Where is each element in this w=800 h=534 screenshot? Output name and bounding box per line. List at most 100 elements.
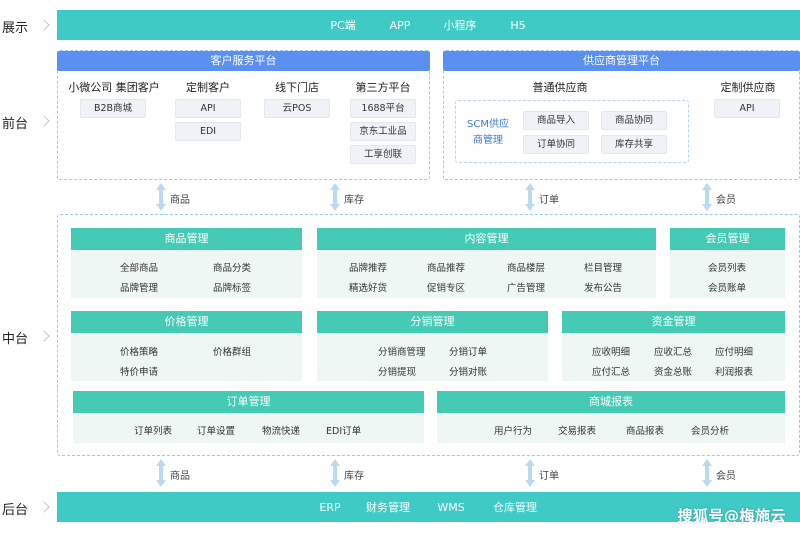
column-label-custom-client: 定制客户 [186, 81, 230, 94]
custom-supplier-label: 定制供应商 [720, 81, 776, 94]
item-special-price: 特价申请 [120, 367, 159, 378]
chip-gongxiang: 工享创联 [350, 145, 416, 164]
row-label-front: 前台 [2, 117, 29, 132]
display-item-h5: H5 [510, 18, 526, 32]
item-profit-report: 利润报表 [715, 367, 754, 378]
item-receivable-detail: 应收明细 [592, 347, 631, 358]
customer-platform-title: 客户服务平台 [57, 51, 430, 71]
item-brand-management: 品牌管理 [120, 283, 159, 294]
module-report-body [437, 413, 785, 443]
item-order-settings: 订单设置 [197, 426, 236, 437]
display-item-app: APP [389, 18, 411, 32]
module-product-title: 商品管理 [71, 228, 302, 250]
general-supplier-label: 普通供应商 [532, 81, 588, 94]
item-ad-management: 广告管理 [507, 283, 546, 294]
module-finance-title: 资金管理 [562, 311, 785, 333]
chip-product-collab: 商品协同 [601, 111, 667, 130]
item-price-strategy: 价格策略 [120, 347, 159, 358]
back-item-erp: ERP [319, 500, 341, 514]
display-item-miniprogram: 小程序 [443, 19, 477, 32]
chevron-right-icon [38, 115, 50, 127]
connector-label-inventory: 库存 [344, 195, 364, 206]
connector-label-member: 会员 [716, 195, 736, 206]
chip-supplier-api: API [714, 99, 780, 118]
item-payable-summary: 应付汇总 [592, 367, 631, 378]
double-arrow-icon [330, 183, 340, 211]
connector-label-order: 订单 [539, 195, 559, 206]
item-member-analysis: 会员分析 [691, 426, 730, 437]
row-label-display: 展示 [2, 21, 29, 36]
display-bar: PC端 APP 小程序 H5 [57, 10, 800, 40]
item-user-behavior: 用户行为 [494, 426, 533, 437]
item-price-group: 价格群组 [213, 347, 252, 358]
module-product-body [71, 250, 302, 298]
item-promo-zone: 促销专区 [427, 283, 466, 294]
module-order-title: 订单管理 [73, 391, 424, 413]
item-member-bill: 会员账单 [708, 283, 747, 294]
connector-label-member-lower: 会员 [716, 471, 736, 482]
column-label-offline-store: 线下门店 [275, 81, 319, 94]
module-order-body [73, 413, 424, 443]
column-label-third-party: 第三方平台 [355, 81, 411, 94]
item-column-management: 栏目管理 [584, 263, 623, 274]
chip-inventory-share: 库存共享 [601, 135, 667, 154]
connector-label-order-lower: 订单 [539, 471, 559, 482]
double-arrow-icon [525, 459, 535, 487]
item-general-ledger: 资金总账 [654, 367, 693, 378]
module-distribution-body [317, 333, 548, 381]
item-distribution-orders: 分销订单 [449, 347, 488, 358]
connector-label-product-lower: 商品 [170, 471, 190, 482]
item-distribution-reconcile: 分销对账 [449, 367, 488, 378]
double-arrow-icon [156, 459, 166, 487]
module-content-title: 内容管理 [317, 228, 656, 250]
item-logistics: 物流快递 [262, 426, 301, 437]
watermark: 搜狐号@梅施云 [677, 507, 786, 525]
module-distribution-title: 分销管理 [317, 311, 548, 333]
item-product-report: 商品报表 [626, 426, 665, 437]
chip-api: API [175, 99, 241, 118]
item-product-recommend: 商品推荐 [427, 263, 466, 274]
double-arrow-icon [525, 183, 535, 211]
item-receivable-summary: 应收汇总 [654, 347, 693, 358]
item-distributor-management: 分销商管理 [378, 347, 426, 358]
chip-product-import: 商品导入 [523, 111, 589, 130]
item-product-floor: 商品楼层 [507, 263, 546, 274]
back-item-warehouse: 仓库管理 [493, 501, 537, 514]
module-report-title: 商城报表 [437, 391, 785, 413]
item-announcement: 发布公告 [584, 283, 623, 294]
double-arrow-icon [156, 183, 166, 211]
item-edi-orders: EDI订单 [326, 426, 362, 437]
item-featured-goods: 精选好货 [349, 283, 388, 294]
double-arrow-icon [702, 459, 712, 487]
connector-label-inventory-lower: 库存 [344, 471, 364, 482]
connector-label-product: 商品 [170, 195, 190, 206]
display-item-pc: PC端 [330, 19, 356, 32]
item-product-category: 商品分类 [213, 263, 252, 274]
item-member-list: 会员列表 [708, 263, 747, 274]
item-all-products: 全部商品 [120, 263, 159, 274]
supply-platform-title: 供应商管理平台 [443, 51, 800, 71]
back-item-finance: 财务管理 [366, 501, 410, 514]
item-brand-recommend: 品牌推荐 [349, 263, 388, 274]
item-trade-report: 交易报表 [558, 426, 597, 437]
chip-edi: EDI [175, 122, 241, 141]
item-distribution-withdraw: 分销提现 [378, 367, 417, 378]
row-label-back: 后台 [2, 503, 29, 518]
item-payable-detail: 应付明细 [715, 347, 754, 358]
double-arrow-icon [330, 459, 340, 487]
chip-1688: 1688平台 [350, 99, 416, 118]
chip-b2b-mall: B2B商城 [80, 99, 146, 118]
chip-jd-industrial: 京东工业品 [350, 122, 416, 141]
back-item-wms: WMS [437, 500, 465, 514]
module-price-title: 价格管理 [71, 311, 302, 333]
column-label-smb: 小微公司 集团客户 [68, 81, 160, 94]
chevron-right-icon [38, 501, 50, 513]
module-member-title: 会员管理 [670, 228, 785, 250]
item-order-list: 订单列表 [134, 426, 173, 437]
double-arrow-icon [702, 183, 712, 211]
chip-order-collab: 订单协同 [523, 135, 589, 154]
scm-label: SCM供应 商管理 [467, 119, 509, 146]
module-price-body [71, 333, 302, 381]
row-label-middle: 中台 [2, 332, 29, 347]
chip-cloud-pos: 云POS [264, 99, 330, 118]
